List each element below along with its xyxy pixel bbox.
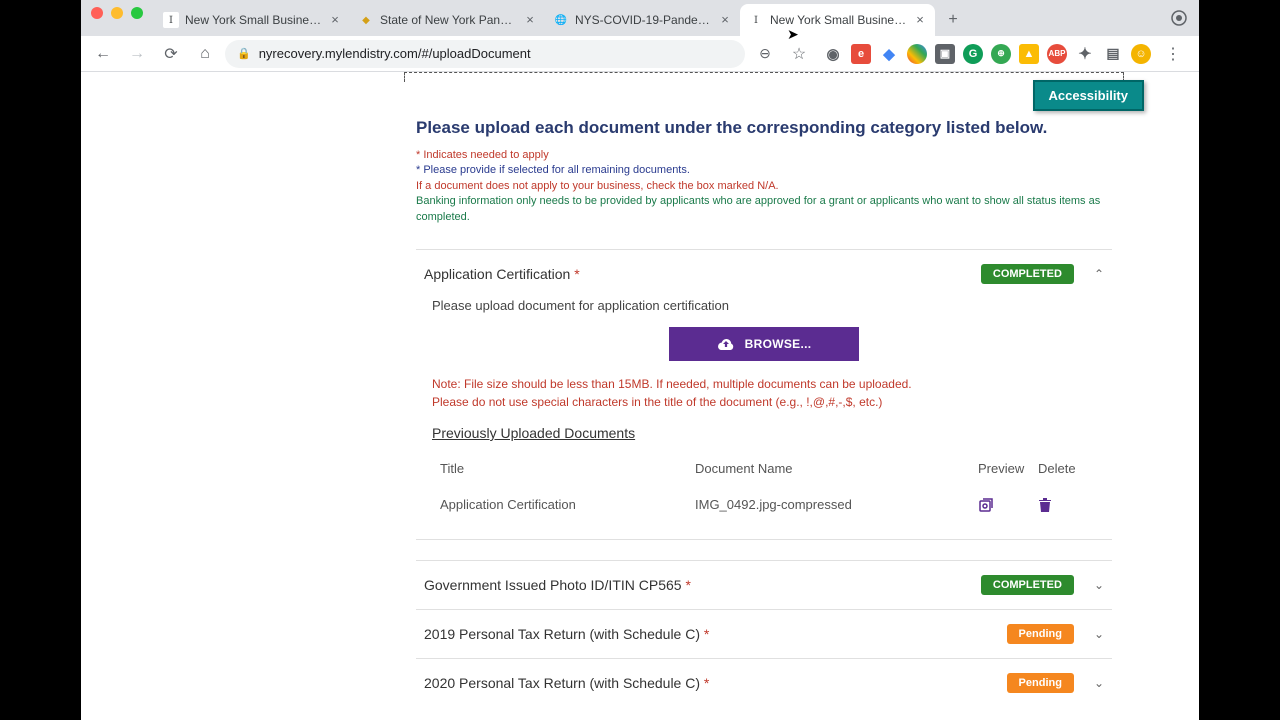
extension-icon[interactable]: ABP — [1047, 44, 1067, 64]
dotted-border — [404, 72, 1124, 82]
account-icon[interactable] — [1171, 10, 1187, 26]
section-application-certification: Application Certification * COMPLETED ⌃ … — [416, 249, 1112, 540]
instruction-notes: * Indicates needed to apply * Please pro… — [416, 148, 1112, 225]
previously-uploaded-heading: Previously Uploaded Documents — [432, 425, 1096, 441]
bookmark-star-icon[interactable]: ☆ — [785, 40, 813, 68]
tab-1[interactable]: 𝕀 New York Small Business Reco × — [155, 4, 350, 36]
section-title: Application Certification * — [424, 266, 981, 282]
tab-3[interactable]: 🌐 NYS-COVID-19-Pandemic-Sm × — [545, 4, 740, 36]
status-badge: COMPLETED — [981, 575, 1074, 595]
section-title: 2020 Personal Tax Return (with Schedule … — [424, 675, 1007, 691]
profile-avatar-icon[interactable]: ☺ — [1131, 44, 1151, 64]
chevron-down-icon: ⌄ — [1094, 578, 1104, 592]
delete-document-icon[interactable] — [1038, 497, 1088, 513]
note-banking: Banking information only needs to be pro… — [416, 194, 1112, 225]
forward-button[interactable]: → — [123, 40, 151, 68]
status-badge: Pending — [1007, 673, 1074, 693]
uploaded-documents-table: Title Document Name Preview Delete Appli… — [432, 451, 1096, 523]
favicon-icon: 🌐 — [553, 12, 569, 28]
browse-button[interactable]: BROWSE... — [669, 327, 859, 361]
status-badge: COMPLETED — [981, 264, 1074, 284]
minimize-window-button[interactable] — [111, 7, 123, 19]
tab-strip: 𝕀 New York Small Business Reco × ◆ State… — [155, 0, 1171, 36]
status-badge: Pending — [1007, 624, 1074, 644]
reload-button[interactable]: ⟳ — [157, 40, 185, 68]
extension-icon[interactable]: ⊕ — [991, 44, 1011, 64]
home-button[interactable]: ⌂ — [191, 40, 219, 68]
extension-icon[interactable]: ▣ — [935, 44, 955, 64]
favicon-icon: 𝕀 — [748, 12, 764, 28]
chevron-up-icon: ⌃ — [1094, 267, 1104, 281]
section-title: 2019 Personal Tax Return (with Schedule … — [424, 626, 1007, 642]
tab-4-active[interactable]: 𝕀 New York Small Business Reco × — [740, 4, 935, 36]
window-controls — [91, 0, 155, 36]
extension-icon[interactable]: ▲ — [1019, 44, 1039, 64]
tab-label: New York Small Business Reco — [770, 13, 907, 27]
cloud-upload-icon — [717, 337, 735, 351]
url-text: nyrecovery.mylendistry.com/#/uploadDocum… — [259, 46, 531, 61]
note-provide: * Please provide if selected for all rem… — [416, 163, 1112, 178]
favicon-icon: 𝕀 — [163, 12, 179, 28]
extension-icon[interactable]: e — [851, 44, 871, 64]
special-chars-note: Please do not use special characters in … — [432, 393, 1096, 411]
browser-toolbar: ← → ⟳ ⌂ 🔒 nyrecovery.mylendistry.com/#/u… — [81, 36, 1199, 72]
cell-document-name: IMG_0492.jpg-compressed — [695, 497, 978, 513]
address-bar[interactable]: 🔒 nyrecovery.mylendistry.com/#/uploadDoc… — [225, 40, 745, 68]
cell-title: Application Certification — [440, 497, 695, 513]
extension-icon[interactable]: ◉ — [823, 44, 843, 64]
section-title: Government Issued Photo ID/ITIN CP565 * — [424, 577, 981, 593]
zoom-icon[interactable]: ⊖ — [751, 40, 779, 68]
back-button[interactable]: ← — [89, 40, 117, 68]
collapsed-section[interactable]: 2020 Personal Tax Return (with Schedule … — [416, 658, 1112, 707]
chevron-down-icon: ⌄ — [1094, 627, 1104, 641]
accessibility-button[interactable]: Accessibility — [1033, 80, 1145, 111]
col-header-document: Document Name — [695, 461, 978, 476]
lock-icon: 🔒 — [237, 47, 251, 60]
close-tab-icon[interactable]: × — [718, 13, 732, 27]
favicon-icon: ◆ — [358, 12, 374, 28]
tab-label: New York Small Business Reco — [185, 13, 322, 27]
tab-label: NYS-COVID-19-Pandemic-Sm — [575, 13, 712, 27]
table-header-row: Title Document Name Preview Delete — [432, 451, 1096, 486]
close-window-button[interactable] — [91, 7, 103, 19]
chrome-menu-button[interactable]: ⋮ — [1159, 40, 1187, 68]
col-header-delete: Delete — [1038, 461, 1088, 476]
extensions-area: ◉ e ◆ ▣ G ⊕ ▲ ABP ✦ ▤ ☺ ⋮ — [819, 40, 1191, 68]
page-heading: Please upload each document under the co… — [416, 118, 1112, 138]
collapsed-section[interactable]: 2019 Personal Tax Return (with Schedule … — [416, 609, 1112, 658]
browse-label: BROWSE... — [745, 337, 812, 351]
reading-list-icon[interactable]: ▤ — [1103, 44, 1123, 64]
extension-icon[interactable]: G — [963, 44, 983, 64]
note-required: * Indicates needed to apply — [416, 148, 1112, 163]
close-tab-icon[interactable]: × — [913, 13, 927, 27]
chevron-down-icon: ⌄ — [1094, 676, 1104, 690]
browser-titlebar: 𝕀 New York Small Business Reco × ◆ State… — [81, 0, 1199, 36]
table-row: Application Certification IMG_0492.jpg-c… — [432, 486, 1096, 523]
collapsed-section[interactable]: Government Issued Photo ID/ITIN CP565 *C… — [416, 560, 1112, 609]
close-tab-icon[interactable]: × — [328, 13, 342, 27]
upload-instruction: Please upload document for application c… — [432, 298, 1096, 313]
section-header[interactable]: Application Certification * COMPLETED ⌃ — [416, 250, 1112, 298]
file-size-note: Note: File size should be less than 15MB… — [432, 375, 1096, 393]
col-header-preview: Preview — [978, 461, 1038, 476]
tab-2[interactable]: ◆ State of New York Pandemic S × — [350, 4, 545, 36]
close-tab-icon[interactable]: × — [523, 13, 537, 27]
note-na: If a document does not apply to your bus… — [416, 179, 1112, 194]
extensions-menu-icon[interactable]: ✦ — [1075, 44, 1095, 64]
tab-label: State of New York Pandemic S — [380, 13, 517, 27]
extension-icon[interactable]: ◆ — [879, 44, 899, 64]
col-header-title: Title — [440, 461, 695, 476]
preview-document-icon[interactable] — [978, 497, 1038, 513]
maximize-window-button[interactable] — [131, 7, 143, 19]
extension-icon[interactable] — [907, 44, 927, 64]
new-tab-button[interactable]: + — [939, 6, 967, 34]
page-content: Accessibility Please upload each documen… — [81, 72, 1199, 720]
